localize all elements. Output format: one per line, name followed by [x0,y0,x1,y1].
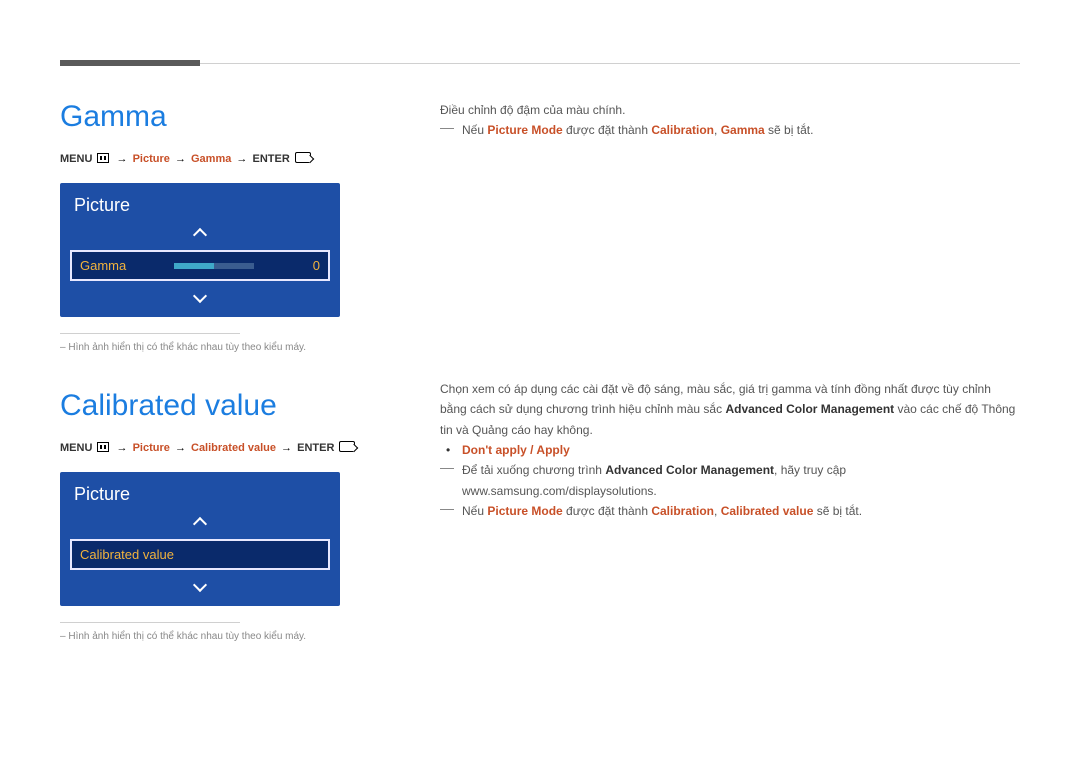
chevron-down-icon[interactable] [193,578,207,592]
gamma-selected-row[interactable]: Gamma 0 [70,250,330,281]
gamma-slider[interactable] [174,263,254,269]
section-title-gamma: Gamma [60,100,410,134]
chevron-up-icon[interactable] [193,228,207,242]
gamma-note: Hình ảnh hiển thị có thể khác nhau tùy t… [60,342,410,353]
nav-picture: Picture [133,153,170,165]
gamma-description: Điều chỉnh độ đậm của màu chính. Nếu Pic… [440,100,1020,141]
cal-description: Chọn xem có áp dụng các cài đặt về độ sá… [440,379,1020,522]
panel-header: Picture [60,472,340,515]
cal-option-line: Don't apply / Apply [440,440,1020,460]
nav-picture: Picture [133,442,170,454]
cal-note: Hình ảnh hiển thị có thể khác nhau tùy t… [60,631,410,642]
header-accent-bar [60,60,200,66]
enter-icon [295,152,311,163]
cal-desc-p3: Nếu Picture Mode được đặt thành Calibrat… [440,501,1020,521]
gamma-row-value: 0 [302,258,320,273]
cal-desc-p2: Để tải xuống chương trình Advanced Color… [440,460,1020,501]
gamma-nav-path: MENU → Picture → Gamma → ENTER [60,152,410,165]
divider [60,622,240,623]
divider [60,333,240,334]
panel-header: Picture [60,183,340,226]
menu-icon [97,153,109,163]
cal-selected-row[interactable]: Calibrated value [70,539,330,570]
nav-calval: Calibrated value [191,442,276,454]
gamma-desc-line2: Nếu Picture Mode được đặt thành Calibrat… [440,120,1020,140]
section-title-calibrated: Calibrated value [60,389,410,423]
chevron-up-icon[interactable] [193,517,207,531]
cal-nav-path: MENU → Picture → Calibrated value → ENTE… [60,441,410,454]
chevron-down-icon[interactable] [193,289,207,303]
cal-desc-p1: Chọn xem có áp dụng các cài đặt về độ sá… [440,379,1020,440]
cal-osd-panel: Picture Calibrated value [60,472,340,606]
gamma-desc-line1: Điều chỉnh độ đậm của màu chính. [440,100,1020,120]
header-divider [200,63,1020,64]
nav-enter-label: ENTER [297,442,334,454]
nav-menu-label: MENU [60,442,92,454]
menu-icon [97,442,109,452]
enter-icon [339,441,355,452]
gamma-row-label: Gamma [80,258,126,273]
gamma-osd-panel: Picture Gamma 0 [60,183,340,317]
nav-menu-label: MENU [60,153,92,165]
cal-row-label: Calibrated value [80,547,174,562]
nav-enter-label: ENTER [252,153,289,165]
nav-gamma: Gamma [191,153,231,165]
